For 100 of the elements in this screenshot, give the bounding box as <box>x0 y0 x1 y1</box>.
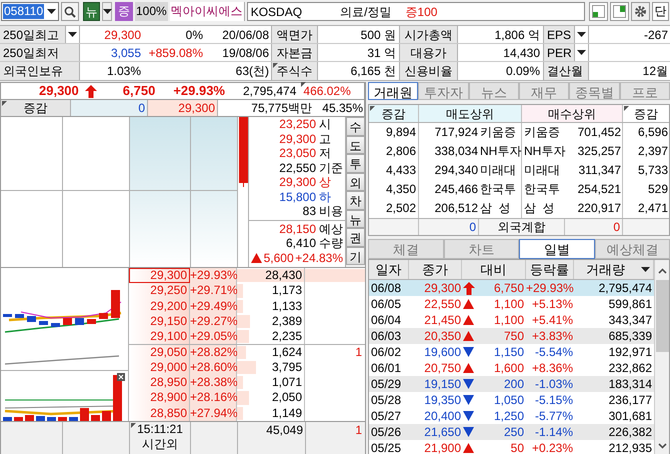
info-value: 1.03% <box>106 63 141 80</box>
volume-bar <box>25 415 34 421</box>
stat-label: 고 <box>319 132 332 146</box>
stat-value: 23,050 <box>279 146 316 160</box>
info-label: 신용비율 <box>404 63 452 80</box>
volume-bar <box>80 408 89 421</box>
bid-volume: 3,795 <box>272 360 302 374</box>
side-button[interactable]: 외 <box>346 172 365 191</box>
dropdown-caret-icon <box>47 9 56 14</box>
column-header: 증감 <box>382 106 406 122</box>
change-cell: 200 <box>504 376 524 392</box>
info-value: 500 원 <box>360 26 396 44</box>
info-value: 12월 <box>642 63 668 80</box>
volume-cell: 226,382 <box>608 425 652 439</box>
search-button[interactable] <box>61 2 79 21</box>
table-cell: 키움증 <box>480 125 516 139</box>
table-cell: 미래대 <box>524 163 560 177</box>
close-cell: 19,600 <box>424 345 461 359</box>
info-value: 31 억 <box>367 44 396 62</box>
unit-button[interactable]: 단 <box>652 2 669 21</box>
bid-rate: +28.82% <box>190 345 237 360</box>
change-cell: 1,250 <box>494 408 524 424</box>
side-button[interactable]: 권 <box>346 228 365 246</box>
info-label: 외국인보유 <box>2 63 63 80</box>
daily-row[interactable]: 06/04 21,450 1,100 +5.41% 343,347 <box>369 312 654 328</box>
scrollbar[interactable] <box>654 260 669 454</box>
table-cell: NH투자 <box>480 144 522 158</box>
dropdown-button[interactable] <box>574 44 588 61</box>
daily-row[interactable]: 05/27 20,400 1,250 -5.77% 301,681 <box>369 408 654 424</box>
bid-count: 1 <box>355 345 362 360</box>
table-cell: 2,471 <box>638 201 668 215</box>
layout-button[interactable] <box>589 2 608 21</box>
rate-cell: +3.83% <box>532 329 573 343</box>
dropdown-button[interactable] <box>574 26 588 43</box>
expected-rate: +24.83% <box>295 250 343 267</box>
dropdown-button[interactable] <box>65 26 79 43</box>
daily-row[interactable]: 05/26 21,650 250 -1.14% 226,382 <box>369 424 654 440</box>
stat-value: 23,250 <box>279 117 316 132</box>
daily-row[interactable]: 06/02 19,600 1,150 -5.54% 192,971 <box>369 344 654 360</box>
table-cell: 717,924 <box>434 125 478 139</box>
daily-row[interactable]: 06/01 20,750 1,600 +8.36% 232,862 <box>369 360 654 376</box>
dropdown-button[interactable] <box>102 2 112 21</box>
rate-cell: -5.54% <box>534 345 573 359</box>
info-label: 시가총액 <box>404 26 452 44</box>
table-cell: 311,347 <box>578 163 621 177</box>
bid-rate: +28.60% <box>190 360 237 376</box>
volume-cell: 192,971 <box>608 345 652 359</box>
table-cell: 5,733 <box>638 163 668 177</box>
settings-button[interactable] <box>631 2 650 21</box>
daily-row[interactable]: 06/03 20,350 750 +3.83% 685,339 <box>369 328 654 344</box>
side-button[interactable]: 수 <box>346 117 365 136</box>
info-value: -267 <box>644 26 668 44</box>
table-cell: 4,350 <box>386 182 416 196</box>
scroll-thumb[interactable] <box>656 280 668 352</box>
tab[interactable]: 거래원 <box>368 82 418 100</box>
scroll-up-icon[interactable] <box>658 268 666 274</box>
close-cell: 20,350 <box>424 329 461 343</box>
volume-cell: 685,339 <box>608 329 652 343</box>
side-button[interactable]: 뉴 <box>346 210 365 228</box>
current-price: 29,300 <box>39 82 79 100</box>
daily-row[interactable]: 06/08 29,300 6,750 +29.93% 2,795,474 <box>369 280 654 296</box>
trade-amount: 75,775백만 <box>251 100 312 117</box>
volume-cell: 599,861 <box>608 297 652 311</box>
side-button[interactable]: 투 <box>346 154 365 172</box>
corner-mark-icon <box>273 63 278 68</box>
change-cell: 1,100 <box>494 296 524 312</box>
tab[interactable]: 일별 <box>519 239 594 259</box>
candle <box>111 290 120 318</box>
table-cell: 254,521 <box>578 182 621 196</box>
side-button[interactable]: 기 <box>346 246 365 265</box>
close-cell: 21,900 <box>424 441 461 454</box>
bid-price[interactable]: 29,100 <box>129 329 190 344</box>
close-button[interactable] <box>117 373 125 381</box>
side-button[interactable]: 도 <box>346 136 365 154</box>
bid-volume: 28,430 <box>265 268 302 282</box>
side-button[interactable]: 차 <box>346 191 365 210</box>
stock-code-field[interactable]: 058110 <box>1 2 59 21</box>
daily-row[interactable]: 05/25 21,900 50 +0.23% 212,935 <box>369 440 654 454</box>
layout-button[interactable] <box>610 2 629 21</box>
info-value: 6,165 천 <box>350 63 396 80</box>
daily-row[interactable]: 06/05 22,550 1,100 +5.13% 599,861 <box>369 296 654 312</box>
scroll-down-icon[interactable] <box>658 443 666 449</box>
candle <box>3 314 12 317</box>
table-cell: 한국투 <box>524 182 560 196</box>
caret-icon <box>102 9 112 14</box>
bid-price[interactable]: 29,300 <box>129 268 190 284</box>
daily-row[interactable]: 05/29 19,150 200 -1.03% 183,314 <box>369 376 654 392</box>
date-cell: 06/01 <box>371 361 402 375</box>
foreign-buy-total: 0 <box>613 220 620 234</box>
date-cell: 05/27 <box>371 409 402 423</box>
table-cell: 6,596 <box>638 125 668 139</box>
change-label: 증감 <box>24 100 48 117</box>
change-cell: 50 <box>510 440 524 454</box>
info-label: 250일최고 <box>2 26 60 44</box>
stock-name: 멕아이씨에스 <box>170 2 245 21</box>
layout-icon <box>613 5 626 18</box>
date-cell: 05/26 <box>371 425 402 439</box>
daily-row[interactable]: 05/28 19,350 1,050 -5.15% 236,177 <box>369 392 654 408</box>
news-button[interactable]: 뉴 <box>83 2 100 21</box>
close-cell: 22,550 <box>424 297 461 311</box>
